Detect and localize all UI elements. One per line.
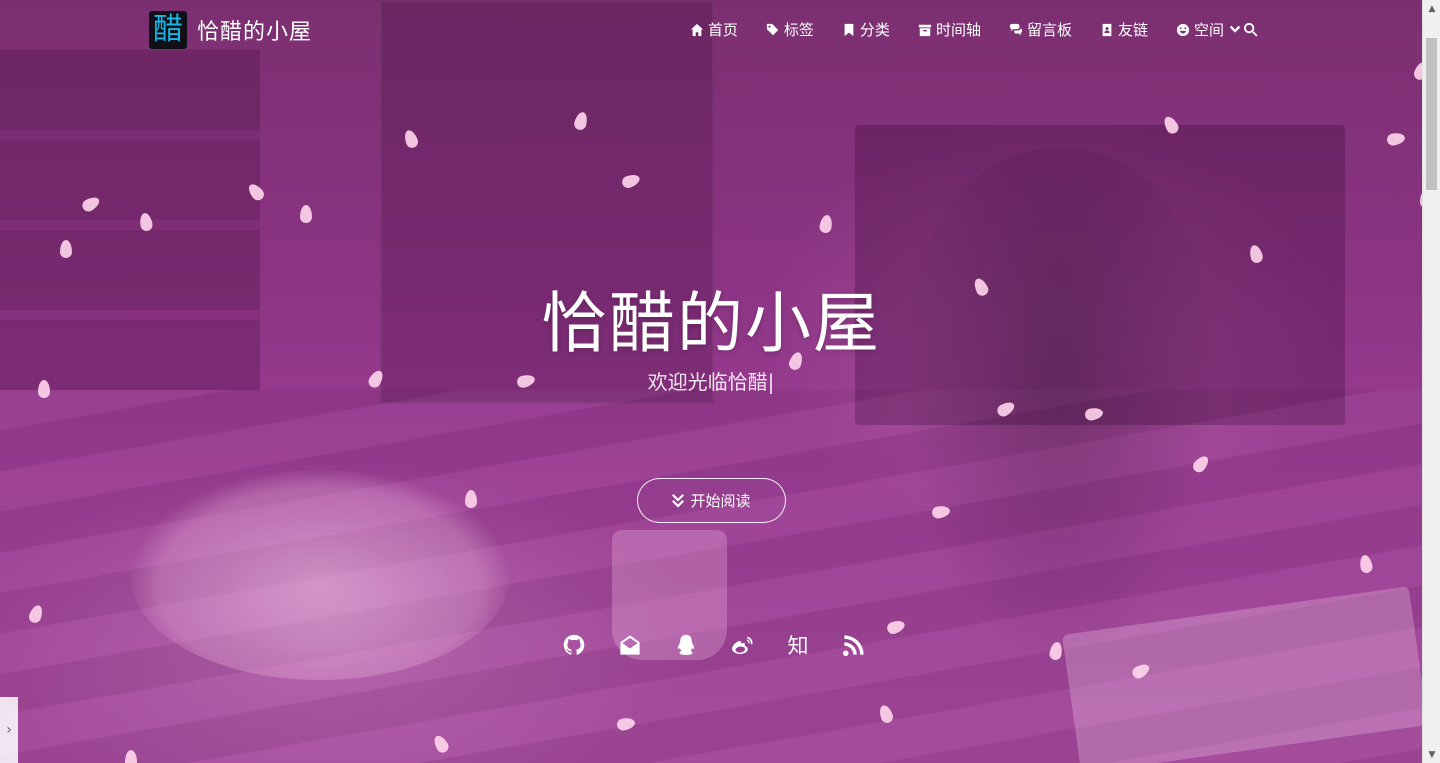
background-character [900, 150, 1220, 670]
nav-item-tags[interactable]: 标签 [766, 19, 814, 40]
sakura-petal [138, 212, 154, 232]
scroll-down-arrow-icon[interactable]: ▼ [1423, 746, 1440, 763]
sakura-petal [931, 504, 951, 520]
email-link[interactable] [619, 633, 641, 657]
background-floor [0, 390, 1422, 763]
sakura-petal [616, 716, 636, 732]
tags-icon [766, 23, 779, 35]
email-icon [620, 635, 640, 655]
double-chevron-down-icon [672, 493, 685, 507]
scroll-thumb[interactable] [1426, 38, 1437, 190]
page: 醋 恰醋的小屋 首页 标签 分类 时间轴 留言板 友链 空间 恰醋的小屋 欢迎光… [0, 0, 1440, 763]
chevron-right-icon: › [6, 722, 12, 738]
background-hat [130, 470, 510, 680]
hero-title: 恰醋的小屋 [541, 285, 881, 362]
address-book-icon [1102, 23, 1112, 36]
sakura-petal [818, 214, 834, 234]
sakura-petal [1190, 453, 1212, 475]
page-scrollbar[interactable]: ▲ ▼ [1422, 0, 1440, 763]
nav-item-categories[interactable]: 分类 [842, 19, 890, 40]
sakura-petal [885, 618, 907, 636]
rss-link[interactable] [843, 633, 865, 657]
sakura-petal [620, 172, 642, 190]
nav-item-friends[interactable]: 友链 [1100, 19, 1148, 40]
nav-item-home[interactable]: 首页 [690, 19, 738, 40]
sakura-petal [1130, 661, 1152, 681]
sakura-petal [1084, 406, 1104, 422]
qq-link[interactable] [675, 633, 697, 657]
start-reading-label: 开始阅读 [690, 492, 751, 510]
sakura-petal [572, 110, 590, 132]
smile-icon [1176, 23, 1190, 36]
social-links: 知 [563, 633, 865, 658]
nav-item-space[interactable]: 空间 [1176, 19, 1242, 40]
weibo-link[interactable] [731, 633, 753, 657]
zhihu-link[interactable]: 知 [787, 633, 809, 658]
sakura-petal [300, 205, 312, 223]
sakura-petal [27, 603, 45, 625]
weibo-icon [732, 636, 753, 654]
nav-label: 首页 [707, 21, 738, 39]
hero-subtitle: 欢迎光临恰醋| [647, 370, 775, 394]
sakura-petal [1161, 114, 1181, 136]
sakura-petal [1358, 554, 1374, 574]
sakura-petal [125, 750, 137, 763]
navbar: 醋 恰醋的小屋 首页 标签 分类 时间轴 留言板 友链 空间 [0, 0, 1422, 62]
sakura-petal [1247, 243, 1265, 265]
archive-icon [918, 24, 932, 36]
brand-link[interactable]: 醋 恰醋的小屋 [149, 11, 312, 49]
nav-item-guestbook[interactable]: 留言板 [1009, 19, 1072, 40]
search-icon [1243, 22, 1258, 37]
nav-label: 标签 [783, 21, 814, 39]
search-button[interactable] [1243, 22, 1258, 41]
nav-label: 空间 [1193, 21, 1224, 39]
bookmark-icon [844, 23, 854, 36]
sakura-petal [465, 490, 477, 508]
sakura-petal [877, 703, 895, 725]
chevron-down-icon [1229, 25, 1241, 33]
nav-menu: 首页 标签 分类 时间轴 留言板 友链 空间 [690, 19, 1242, 40]
sakura-petal [1386, 131, 1406, 147]
zhihu-icon: 知 [787, 634, 809, 658]
nav-item-timeline[interactable]: 时间轴 [918, 19, 981, 40]
home-icon [690, 23, 704, 36]
nav-label: 友链 [1117, 21, 1148, 39]
nav-label: 分类 [859, 21, 890, 39]
nav-label: 留言板 [1026, 21, 1072, 39]
rss-icon [843, 635, 864, 656]
brand-name: 恰醋的小屋 [197, 20, 313, 45]
nav-label: 时间轴 [935, 21, 981, 39]
comments-icon [1009, 23, 1023, 35]
scroll-up-arrow-icon[interactable]: ▲ [1423, 0, 1440, 17]
start-reading-button[interactable]: 开始阅读 [637, 478, 786, 523]
background-book [1061, 586, 1429, 763]
github-link[interactable] [563, 633, 585, 657]
brand-logo: 醋 [149, 11, 187, 49]
qq-icon [677, 634, 695, 655]
sakura-petal [1048, 641, 1064, 661]
side-drawer-toggle[interactable]: › [0, 697, 18, 763]
sakura-petal [60, 240, 72, 258]
sakura-petal [245, 181, 267, 203]
sakura-petal [402, 128, 420, 150]
sakura-petal [995, 399, 1017, 419]
github-icon [563, 634, 585, 655]
sakura-petal [431, 733, 451, 755]
sakura-petal [80, 194, 102, 214]
